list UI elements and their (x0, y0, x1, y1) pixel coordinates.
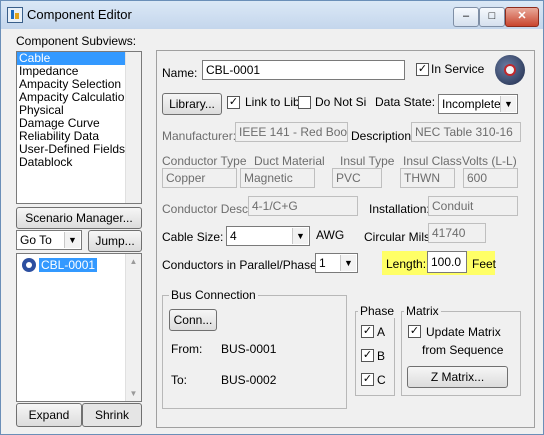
volts-header: Volts (L-L) (462, 154, 517, 168)
data-state-select[interactable]: Incomplete ▼ (438, 94, 518, 114)
phase-b-label: B (377, 349, 386, 363)
scroll-down-icon[interactable]: ▼ (126, 386, 141, 401)
insul-class-header: Insul Class (403, 154, 462, 168)
from-sequence-label: from Sequence (422, 343, 504, 357)
duct-material-header: Duct Material (254, 154, 325, 168)
matrix-title: Matrix (404, 304, 441, 318)
subview-item[interactable]: Datablock (17, 156, 141, 169)
bus-connection-group: Bus Connection Conn... From: BUS-0001 To… (162, 288, 347, 409)
parallel-value: 1 (319, 256, 326, 270)
link-to-lib-checkbox[interactable]: ✓ (227, 96, 240, 109)
cable-size-label: Cable Size: (162, 230, 224, 244)
length-label: Length: (386, 257, 427, 271)
do-not-si-label: Do Not Si (315, 95, 367, 109)
chevron-down-icon[interactable]: ▼ (340, 255, 356, 271)
installation-label: Installation: (369, 202, 430, 216)
conductor-type-field: Copper (162, 168, 237, 188)
parallel-label: Conductors in Parallel/Phase: (162, 258, 321, 272)
insul-type-header: Insul Type (340, 154, 395, 168)
jump-button[interactable]: Jump... (88, 230, 142, 252)
phase-a-checkbox[interactable]: ✓ (361, 325, 374, 338)
shrink-button[interactable]: Shrink (82, 403, 142, 427)
conn-button[interactable]: Conn... (169, 309, 217, 331)
cable-icon (22, 258, 36, 272)
update-matrix-label: Update Matrix (426, 325, 501, 339)
cable-component-icon (495, 55, 525, 85)
manufacturer-field: IEEE 141 - Red Book (235, 122, 348, 142)
duct-material-field: Magnetic (240, 168, 315, 188)
data-state-label: Data State: (375, 95, 436, 109)
conductor-type-header: Conductor Type (162, 154, 247, 168)
name-field[interactable]: CBL-0001 (202, 60, 405, 80)
cable-size-select[interactable]: 4 ▼ (226, 226, 310, 246)
phase-title: Phase (358, 304, 397, 318)
in-service-label: In Service (431, 62, 485, 76)
in-service-checkbox[interactable]: ✓ (416, 63, 429, 76)
minimize-button[interactable]: – (453, 7, 479, 27)
name-label: Name: (162, 66, 198, 80)
subviews-label: Component Subviews: (16, 34, 137, 48)
installation-field: Conduit (428, 196, 518, 216)
phase-c-label: C (377, 373, 386, 387)
to-label: To: (171, 373, 188, 387)
from-label: From: (171, 342, 203, 356)
z-matrix-button[interactable]: Z Matrix... (407, 366, 508, 388)
bus-connection-title: Bus Connection (169, 288, 258, 302)
tree-item-cbl-0001[interactable]: CBL-0001 (39, 258, 98, 272)
conductor-descr-label: Conductor Descr: (162, 202, 256, 216)
phase-group: Phase ✓ A ✓ B ✓ C (355, 304, 397, 396)
link-to-lib-label: Link to Lib (245, 95, 300, 109)
close-button[interactable]: ✕ (505, 7, 539, 27)
scenario-manager-button[interactable]: Scenario Manager... (16, 207, 142, 229)
subviews-scrollbar[interactable] (125, 52, 141, 203)
circular-mils-field: 41740 (428, 223, 486, 243)
update-matrix-checkbox[interactable]: ✓ (408, 325, 421, 338)
description-field: NEC Table 310-16 (411, 122, 521, 142)
chevron-down-icon[interactable]: ▼ (500, 96, 516, 112)
phase-b-checkbox[interactable]: ✓ (361, 349, 374, 362)
length-unit: Feet (472, 257, 497, 271)
circular-mils-label: Circular Mils: (364, 230, 434, 244)
volts-field: 600 (463, 168, 518, 188)
manufacturer-label: Manufacturer: (162, 129, 237, 143)
description-label: Description: (351, 129, 415, 143)
matrix-group: Matrix ✓ Update Matrix from Sequence Z M… (401, 304, 521, 396)
data-state-value: Incomplete (442, 97, 501, 111)
window-title: Component Editor (27, 7, 132, 22)
expand-button[interactable]: Expand (16, 403, 82, 427)
insul-type-field: PVC (332, 168, 382, 188)
component-tree[interactable]: CBL-0001 ▲ ▼ (16, 253, 142, 402)
cable-size-value: 4 (230, 229, 237, 243)
scroll-up-icon[interactable]: ▲ (126, 254, 141, 269)
chevron-down-icon[interactable]: ▼ (64, 232, 80, 248)
cable-editor-panel: Name: CBL-0001 ✓ In Service Library... ✓… (156, 50, 535, 428)
length-field[interactable]: 100.0 (427, 251, 467, 273)
parallel-select[interactable]: 1 ▼ (315, 253, 358, 273)
goto-value: Go To (20, 233, 52, 247)
library-button[interactable]: Library... (162, 93, 222, 115)
subviews-list[interactable]: Cable Impedance Ampacity Selection Ampacity… (16, 51, 142, 204)
insul-class-field: THWN (400, 168, 455, 188)
component-editor-window: Component Editor – □ ✕ Component Subview… (0, 0, 544, 435)
to-value: BUS-0002 (221, 373, 277, 387)
phase-a-label: A (377, 325, 386, 339)
conductor-descr-field: 4-1/C+G (248, 196, 358, 216)
awg-unit: AWG (316, 228, 345, 242)
from-value: BUS-0001 (221, 342, 277, 356)
tree-scrollbar[interactable]: ▲ ▼ (125, 254, 141, 401)
goto-select[interactable]: Go To ▼ (16, 230, 82, 250)
chevron-down-icon[interactable]: ▼ (292, 228, 308, 244)
title-bar: Component Editor – □ ✕ (1, 1, 543, 29)
app-icon (7, 7, 23, 23)
do-not-si-checkbox[interactable] (298, 96, 311, 109)
phase-c-checkbox[interactable]: ✓ (361, 373, 374, 386)
maximize-button[interactable]: □ (479, 7, 505, 27)
